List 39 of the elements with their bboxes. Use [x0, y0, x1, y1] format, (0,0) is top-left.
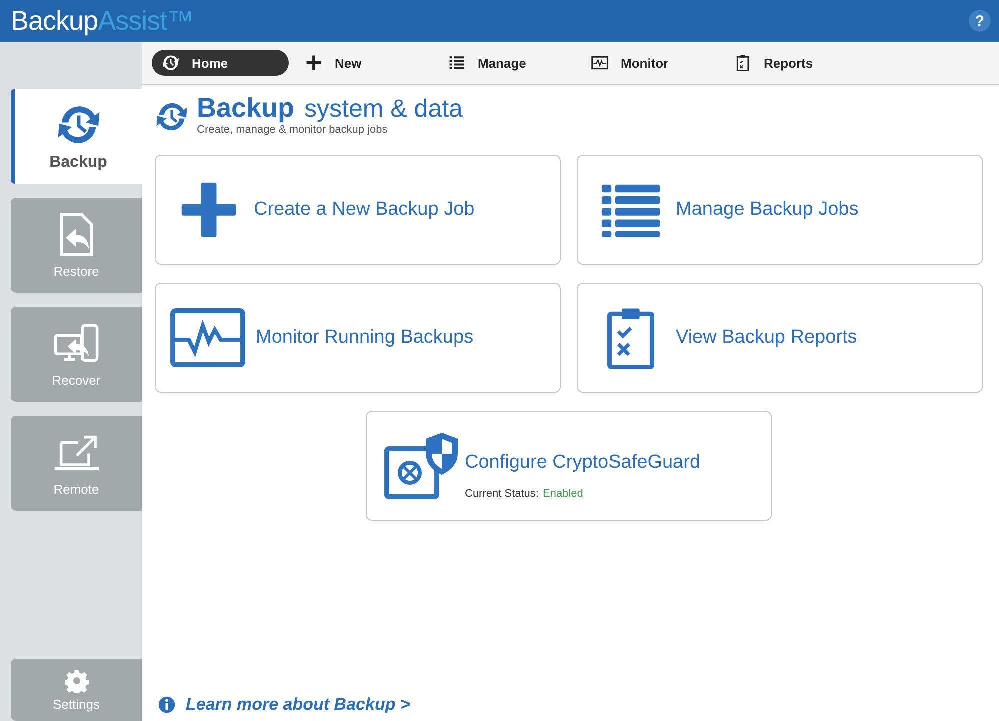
clipboard-icon — [734, 54, 752, 72]
toolbar-tab[interactable]: Monitor — [581, 50, 718, 76]
learn-more-link[interactable]: Learn more about Backup > — [186, 695, 410, 715]
sidebar-label: Recover — [52, 373, 101, 388]
action-card[interactable]: View Backup Reports — [577, 283, 983, 393]
page-title: system & data — [304, 95, 463, 124]
list-icon — [448, 54, 466, 72]
info-icon — [158, 696, 176, 714]
status-value: Enabled — [542, 488, 584, 500]
safe-shield-icon — [383, 431, 461, 501]
plus-icon — [305, 54, 323, 72]
help-button[interactable]: ? — [969, 10, 991, 32]
toolbar-tab[interactable]: Manage — [438, 50, 575, 76]
sidebar-label: Remote — [54, 482, 100, 497]
sync-icon — [162, 54, 180, 72]
action-card[interactable]: Manage Backup Jobs — [577, 155, 983, 265]
logo-text: Assist™ — [98, 6, 194, 36]
settings-icon — [64, 668, 88, 692]
toolbar-tab[interactable]: New — [295, 50, 432, 76]
action-card[interactable]: Create a New Backup Job — [155, 155, 561, 265]
toolbar-tab[interactable]: Reports — [724, 50, 861, 76]
sidebar-label: Backup — [50, 154, 108, 172]
card-title: Configure CryptoSafeGuard — [465, 452, 701, 474]
page-title: Backup — [197, 93, 295, 124]
card-title: Create a New Backup Job — [254, 199, 475, 221]
heartbeat-monitor-icon — [170, 307, 246, 369]
page-subtitle: Create, manage & monitor backup jobs — [197, 124, 389, 136]
card-title: Manage Backup Jobs — [676, 199, 859, 221]
action-card[interactable]: Configure CryptoSafeGuard Current Status: Enabled — [366, 411, 772, 521]
monitor-icon — [591, 54, 609, 72]
logo-text: Backup — [11, 6, 98, 36]
sidebar-item[interactable]: Backup — [11, 89, 142, 184]
card-title: View Backup Reports — [676, 327, 858, 349]
card-title: Monitor Running Backups — [256, 327, 474, 349]
sidebar-label: Settings — [53, 696, 100, 712]
toolbar-tab[interactable]: Home — [152, 50, 289, 76]
action-card[interactable]: Monitor Running Backups — [155, 283, 561, 393]
sidebar-label: Restore — [54, 264, 100, 279]
status-label: Current Status: — [465, 488, 539, 500]
